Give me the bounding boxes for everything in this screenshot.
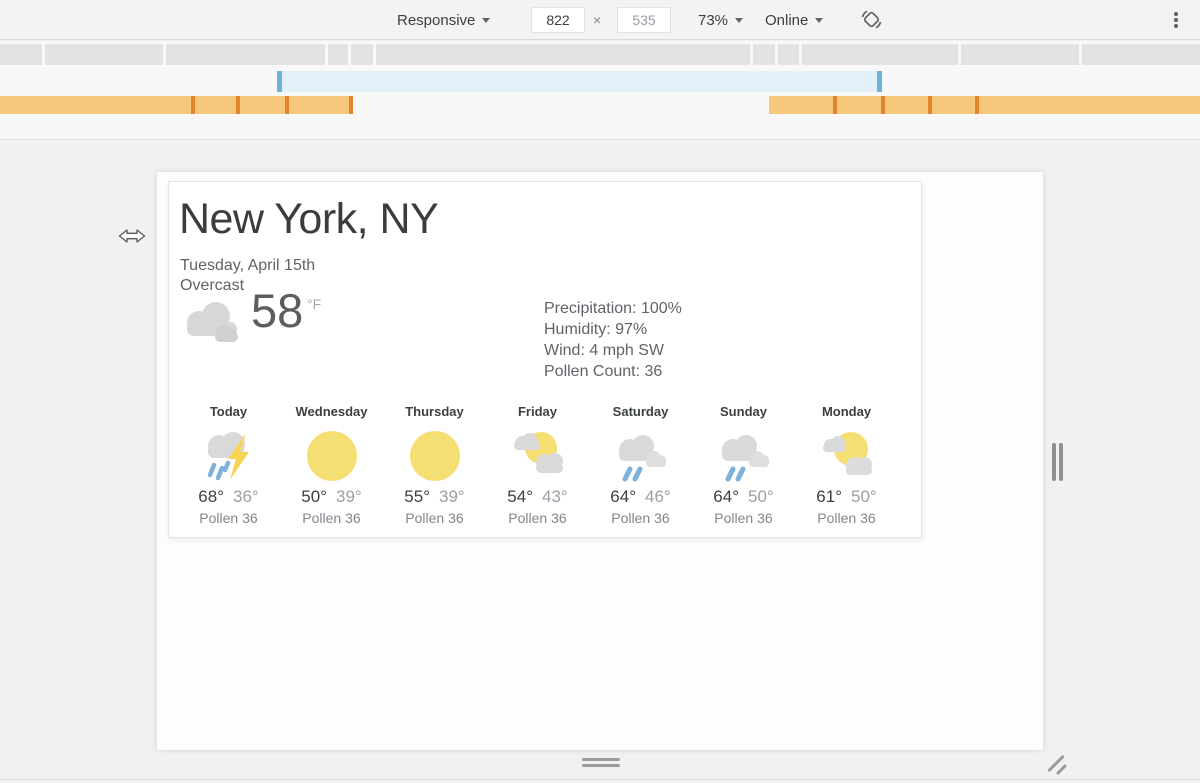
high-temp: 64° xyxy=(713,487,739,506)
media-query-tick[interactable] xyxy=(285,96,289,114)
high-temp: 54° xyxy=(507,487,533,506)
humidity-detail: Humidity: 97% xyxy=(544,319,682,340)
forecast-day: Wednesday 50° 39° Pollen 36 xyxy=(280,404,383,526)
low-temp: 36° xyxy=(233,487,259,506)
pollen-count: Pollen 36 xyxy=(692,510,795,526)
low-temp: 43° xyxy=(542,487,568,506)
high-temp: 64° xyxy=(610,487,636,506)
forecast-day: Thursday 55° 39° Pollen 36 xyxy=(383,404,486,526)
forecast-day-label: Wednesday xyxy=(280,404,383,422)
weather-details: Precipitation: 100% Humidity: 97% Wind: … xyxy=(544,298,682,382)
sun-icon xyxy=(304,426,360,482)
forecast-day-label: Saturday xyxy=(589,404,692,422)
forecast-temps: 54° 43° xyxy=(486,487,589,507)
media-query-tick[interactable] xyxy=(191,96,195,114)
media-query-segment[interactable] xyxy=(1082,44,1200,65)
media-query-tick[interactable] xyxy=(277,71,282,92)
forecast-day: Saturday 64° 46° Pollen 36 xyxy=(589,404,692,526)
forecast-temps: 61° 50° xyxy=(795,487,898,507)
media-query-tick[interactable] xyxy=(877,71,882,92)
media-query-segment[interactable] xyxy=(328,44,348,65)
media-query-tick[interactable] xyxy=(833,96,837,114)
media-query-segment[interactable] xyxy=(45,44,163,65)
forecast-day-label: Today xyxy=(177,404,280,422)
cloud-icon xyxy=(181,299,245,345)
forecast-day: Monday 61° 50° Pollen 36 xyxy=(795,404,898,526)
sun-icon xyxy=(407,426,463,482)
pollen-count: Pollen 36 xyxy=(486,510,589,526)
forecast-day: Friday 54° 43° Pollen 36 xyxy=(486,404,589,526)
high-temp: 50° xyxy=(301,487,327,506)
pollen-count: Pollen 36 xyxy=(280,510,383,526)
storm-icon xyxy=(201,426,257,482)
media-query-orange-bar[interactable] xyxy=(0,96,353,114)
media-query-segment[interactable] xyxy=(0,44,42,65)
media-query-blue-bar[interactable] xyxy=(277,71,882,92)
media-query-segment[interactable] xyxy=(961,44,1079,65)
high-temp: 68° xyxy=(198,487,224,506)
media-query-tick[interactable] xyxy=(349,96,353,114)
high-temp: 55° xyxy=(404,487,430,506)
forecast-row: Today 68° 36° Pollen 36 Wednesday 50° 39° … xyxy=(177,404,917,526)
devtools-device-mode-screen: Responsive × 73% Online New York, NY xyxy=(0,0,1200,783)
rain-icon xyxy=(613,426,669,482)
media-query-tick[interactable] xyxy=(975,96,979,114)
precipitation-detail: Precipitation: 100% xyxy=(544,298,682,319)
forecast-day: Today 68° 36° Pollen 36 xyxy=(177,404,280,526)
weather-card: New York, NY Tuesday, April 15th Overcas… xyxy=(168,181,922,538)
corner-resize-handle[interactable] xyxy=(1040,748,1074,778)
current-condition: Overcast xyxy=(180,276,244,296)
forecast-temps: 55° 39° xyxy=(383,487,486,507)
media-query-segment[interactable] xyxy=(778,44,799,65)
pollen-count: Pollen 36 xyxy=(383,510,486,526)
panel-bottom-edge xyxy=(0,779,1200,783)
low-temp: 50° xyxy=(851,487,877,506)
pollen-count: Pollen 36 xyxy=(795,510,898,526)
current-temperature: 58 xyxy=(251,286,303,336)
media-query-segment[interactable] xyxy=(802,44,958,65)
forecast-temps: 64° 50° xyxy=(692,487,795,507)
media-query-segment[interactable] xyxy=(166,44,325,65)
low-temp: 50° xyxy=(748,487,774,506)
media-query-tick[interactable] xyxy=(928,96,932,114)
location-title: New York, NY xyxy=(179,194,438,244)
pollen-count: Pollen 36 xyxy=(589,510,692,526)
forecast-day-label: Monday xyxy=(795,404,898,422)
forecast-temps: 50° 39° xyxy=(280,487,383,507)
high-temp: 61° xyxy=(816,487,842,506)
height-resize-handle[interactable] xyxy=(575,754,627,772)
rain-icon xyxy=(716,426,772,482)
forecast-temps: 64° 46° xyxy=(589,487,692,507)
media-query-tick[interactable] xyxy=(236,96,240,114)
media-query-segment[interactable] xyxy=(376,44,750,65)
media-query-tick[interactable] xyxy=(881,96,885,114)
media-query-segment[interactable] xyxy=(753,44,775,65)
pollen-count: Pollen 36 xyxy=(177,510,280,526)
forecast-day-label: Thursday xyxy=(383,404,486,422)
forecast-day: Sunday 64° 50° Pollen 36 xyxy=(692,404,795,526)
pollen-detail: Pollen Count: 36 xyxy=(544,361,682,382)
current-date: Tuesday, April 15th xyxy=(180,256,315,276)
forecast-day-label: Friday xyxy=(486,404,589,422)
forecast-temps: 68° 36° xyxy=(177,487,280,507)
temperature-unit: °F xyxy=(307,296,321,312)
horizontal-resize-cursor xyxy=(118,226,146,246)
low-temp: 39° xyxy=(336,487,362,506)
low-temp: 46° xyxy=(645,487,671,506)
partly-cloudy-icon xyxy=(510,426,566,482)
width-resize-handle[interactable] xyxy=(1048,440,1068,484)
forecast-day-label: Sunday xyxy=(692,404,795,422)
media-query-segment[interactable] xyxy=(351,44,373,65)
low-temp: 39° xyxy=(439,487,465,506)
wind-detail: Wind: 4 mph SW xyxy=(544,340,682,361)
sun-behind-cloud-icon xyxy=(819,426,875,482)
